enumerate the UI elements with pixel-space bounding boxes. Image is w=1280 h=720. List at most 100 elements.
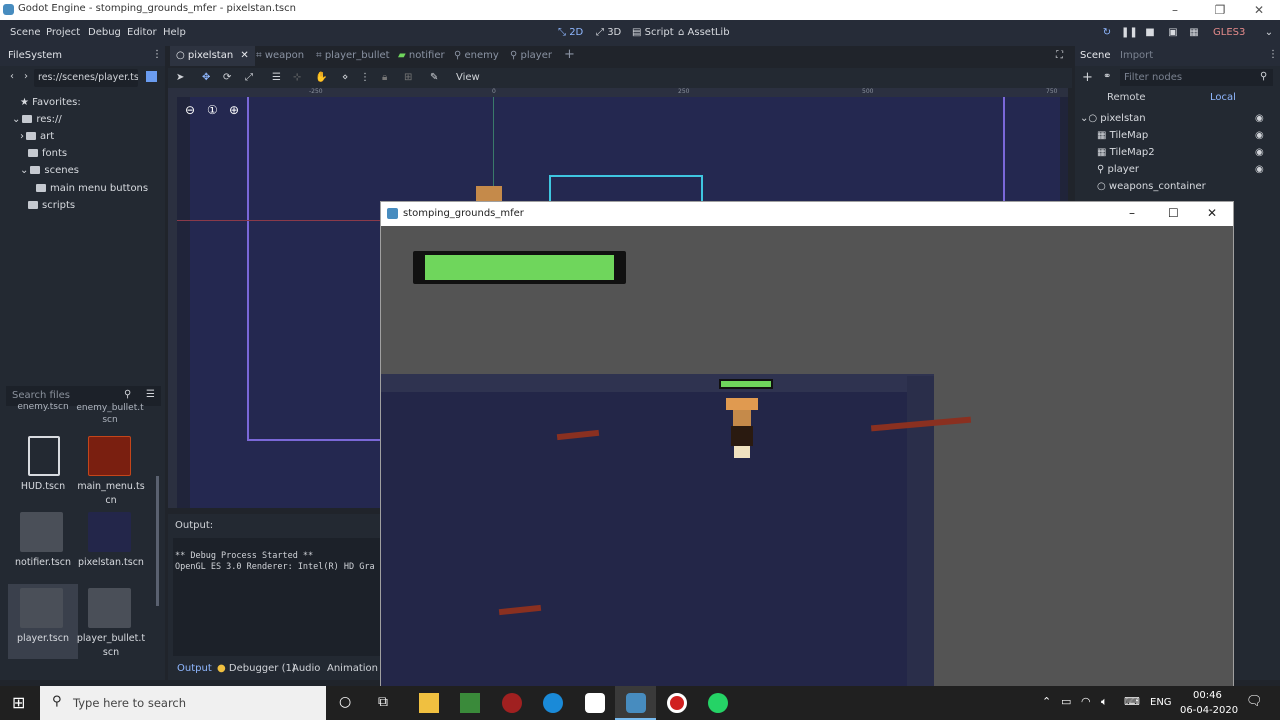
distraction-free-icon[interactable]: ⛶ [1050,46,1069,66]
scene-tab-notifier[interactable]: ▰ notifier [392,46,451,66]
whatsapp-icon[interactable] [708,693,728,713]
file-tile-notifier[interactable]: notifier.tscn [8,508,78,583]
file-tile-player[interactable]: player.tscn [8,584,78,659]
clock-time[interactable]: 00:46 [1193,690,1222,701]
tree-folder-main-menu-buttons[interactable]: main menu buttons [36,183,148,199]
clock-date[interactable]: 06-04-2020 [1180,705,1238,716]
pan-tool-icon[interactable]: ✋ [315,72,327,83]
scene-tab-player[interactable]: ⚲ player [504,46,558,66]
mode-assetlib[interactable]: ⌂ AssetLib [678,27,730,38]
app-icon[interactable] [585,693,605,713]
spreadsheet-app-icon[interactable] [460,693,480,713]
kebab-menu-icon[interactable]: ⋮ [1268,49,1278,60]
filesystem-tab[interactable]: FileSystem ⋮ [0,46,165,66]
stop-icon[interactable]: ■ [1143,26,1157,40]
node-weapons-container[interactable]: ○ weapons_container [1097,181,1206,198]
file-tile-pixelstan[interactable]: pixelstan.tscn [76,508,146,583]
view-menu[interactable]: View [456,72,480,83]
node-pixelstan[interactable]: ⌄○ pixelstan [1080,113,1146,130]
split-mode-icon[interactable] [146,71,157,82]
mode-script[interactable]: ▤ Script [632,27,674,38]
edge-browser-icon[interactable] [543,693,563,713]
visibility-icon[interactable]: ◉ [1255,113,1264,124]
menu-project[interactable]: Project [46,27,80,38]
wifi-icon[interactable]: ◠ [1081,695,1091,708]
chevron-down-icon[interactable]: ⌄ [1262,26,1276,40]
scale-tool-icon[interactable]: ⤢ [245,72,253,83]
tree-res-root[interactable]: ⌄ res:// [12,114,62,130]
select-tool-icon[interactable]: ➤ [176,72,184,83]
link-icon[interactable]: ⚭ [1103,71,1111,82]
chevron-up-icon[interactable]: ⌃ [1042,695,1051,708]
tab-scene[interactable]: Scene [1080,50,1111,61]
taskbar-search[interactable]: ⚲ Type here to search [40,686,326,720]
visibility-icon[interactable]: ◉ [1255,164,1264,175]
reload-icon[interactable]: ↻ [1100,26,1114,40]
scene-tab-enemy[interactable]: ⚲ enemy [448,46,505,66]
menu-help[interactable]: Help [163,27,186,38]
close-button[interactable]: ✕ [1207,206,1217,220]
menu-scene[interactable]: Scene [10,27,41,38]
visibility-icon[interactable]: ◉ [1255,130,1264,141]
godot-taskbar-button[interactable] [615,686,656,720]
kebab-menu-icon[interactable]: ⋮ [152,49,162,60]
move-tool-icon[interactable]: ✥ [202,72,210,83]
play-scene-icon[interactable]: ▣ [1166,26,1180,40]
bottom-tab-output[interactable]: Output [177,663,212,674]
group-icon[interactable]: ⊞ [404,72,412,83]
zoom-out-icon[interactable]: ⊖ [185,103,195,117]
play-custom-icon[interactable]: ▦ [1187,26,1201,40]
rotate-tool-icon[interactable]: ⟳ [223,72,231,83]
back-icon[interactable]: ‹ [10,71,14,82]
close-icon[interactable]: ✕ [240,50,248,61]
scene-tab-player-bullet[interactable]: ⌗ player_bullet [310,46,396,66]
path-field[interactable]: res://scenes/player.tsc [34,69,138,87]
task-view-icon[interactable]: ⧉ [378,694,388,710]
tab-import[interactable]: Import [1120,50,1153,61]
file-tile-player-bullet[interactable]: player_bullet.tscn [76,584,146,659]
zoom-in-icon[interactable]: ⊕ [229,103,239,117]
notifications-icon[interactable]: 🗨︎ [1246,694,1263,709]
tree-folder-fonts[interactable]: fonts [28,148,67,164]
tree-favorites[interactable]: ★ Favorites: [20,97,81,113]
mode-3d[interactable]: ⤢ 3D [596,27,621,38]
visibility-icon[interactable]: ◉ [1255,147,1264,158]
keyboard-icon[interactable]: ⌨ [1124,695,1140,708]
cortana-icon[interactable]: ○ [339,694,351,710]
battery-icon[interactable]: ▭ [1061,695,1071,708]
tree-folder-art[interactable]: › art [20,131,54,147]
node-player[interactable]: ⚲ player [1097,164,1139,181]
language-indicator[interactable]: ENG [1150,697,1172,708]
file-tile-main-menu[interactable]: main_menu.tscn [76,432,146,507]
tree-folder-scripts[interactable]: scripts [28,200,75,216]
menu-editor[interactable]: Editor [127,27,157,38]
filter-nodes-input[interactable]: Filter nodes ⚲ [1120,69,1273,86]
media-app-icon[interactable] [502,693,522,713]
windows-start-icon[interactable]: ⊞ [12,693,25,712]
scene-tab-pixelstan[interactable]: ○ pixelstan ✕ [170,46,255,66]
view-mode-icon[interactable]: ☰ [146,389,155,400]
recorder-icon[interactable] [667,693,687,713]
node-tilemap[interactable]: ▦ TileMap [1097,130,1148,147]
node-tilemap2[interactable]: ▦ TileMap2 [1097,147,1155,164]
pivot-tool-icon[interactable]: ⊹ [293,72,301,83]
kebab-menu-icon[interactable]: ⋮ [360,72,370,83]
skeleton-icon[interactable]: ✎ [430,72,438,83]
remote-button[interactable]: Remote [1107,92,1146,103]
close-button[interactable]: ✕ [1244,2,1274,18]
forward-icon[interactable]: › [24,71,28,82]
renderer-label[interactable]: GLES3 [1213,27,1245,38]
scene-tab-weapon[interactable]: ⌗ weapon [250,46,310,66]
bottom-tab-audio[interactable]: Audio [292,663,320,674]
mode-2d[interactable]: ⤡ 2D [558,27,583,38]
maximize-button[interactable]: ❐ [1205,2,1235,18]
menu-debug[interactable]: Debug [88,27,121,38]
output-log[interactable]: ** Debug Process Started ** OpenGL ES 3.… [173,538,383,656]
bottom-tab-debugger[interactable]: ● Debugger (1) [217,663,296,674]
file-explorer-icon[interactable] [419,693,439,713]
minimize-button[interactable]: – [1129,206,1135,220]
tree-folder-scenes[interactable]: ⌄ scenes [20,165,79,181]
volume-icon[interactable]: 🔈︎ [1101,695,1108,709]
local-button[interactable]: Local [1210,92,1236,103]
file-tile-hud[interactable]: HUD.tscn [8,432,78,507]
